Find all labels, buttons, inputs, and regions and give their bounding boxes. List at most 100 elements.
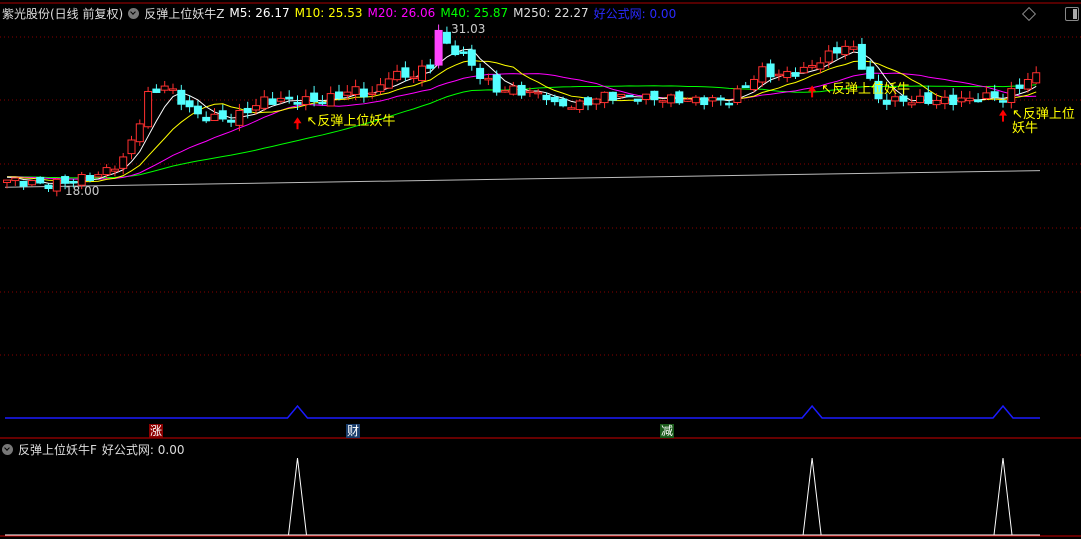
candle-body <box>376 84 385 92</box>
candle-body <box>276 97 285 102</box>
candle-body <box>243 107 252 114</box>
candle-body <box>293 101 302 105</box>
candle-body <box>426 64 435 69</box>
candle-body <box>268 98 277 105</box>
candle-body <box>335 91 343 99</box>
candle-body <box>11 177 20 182</box>
candle-body <box>1023 78 1032 90</box>
candle-body <box>509 85 518 95</box>
signal-label: ↖反弹上位妖牛 <box>306 114 396 130</box>
sub-indicator-dropdown-icon[interactable] <box>2 443 13 455</box>
candle-body <box>725 102 734 106</box>
candle-body <box>1015 84 1024 89</box>
sub-indicator-value: 好公式网: 0.00 <box>101 442 185 457</box>
candle-body <box>119 156 128 169</box>
candle-body <box>990 91 999 98</box>
candle-body <box>882 99 891 105</box>
candle-body <box>235 109 244 126</box>
candle-body <box>849 46 858 50</box>
candle-body <box>965 97 974 102</box>
candle-body <box>227 119 236 123</box>
candle-body <box>534 91 543 95</box>
candle-body <box>3 179 11 183</box>
candle-body <box>824 50 833 63</box>
candle-body <box>783 71 792 79</box>
candle-body <box>459 51 468 54</box>
candle-body <box>61 176 70 184</box>
signal-spike <box>802 457 822 536</box>
candle-body <box>401 67 410 78</box>
candle-body <box>260 96 269 109</box>
candle-body <box>94 174 103 178</box>
candle-body <box>642 93 651 101</box>
candle-body <box>999 100 1007 103</box>
signal-arrow-icon <box>999 109 1007 122</box>
high-price-label: 31.03 <box>451 22 486 36</box>
candle-body <box>343 91 352 96</box>
candle-body <box>368 92 377 96</box>
candle-body <box>841 45 850 56</box>
candle-body <box>144 91 153 128</box>
candle-body <box>716 97 725 101</box>
candle-body <box>301 96 310 105</box>
candle-body <box>384 78 393 89</box>
candle-body <box>708 97 717 102</box>
candle-body <box>600 91 609 104</box>
ma10-line <box>6 60 1037 183</box>
candle-body <box>418 65 426 82</box>
candle-body <box>393 70 402 81</box>
candle-body <box>135 123 144 143</box>
candle-body <box>940 96 949 105</box>
candle-body <box>683 98 692 102</box>
ma250-line <box>4 170 1041 188</box>
candle-body <box>492 74 501 93</box>
candle-body <box>550 96 559 103</box>
candle-body <box>691 96 700 104</box>
candle-body <box>907 102 916 106</box>
candle-body <box>525 90 534 94</box>
candle-body <box>982 92 991 99</box>
candle-body <box>667 94 675 104</box>
candle-body <box>608 91 617 101</box>
candle-body <box>559 98 568 107</box>
sub-indicator-name[interactable]: 反弹上位妖牛F <box>18 441 97 458</box>
candle-body <box>484 77 493 81</box>
badge-jian: 减 <box>660 424 675 438</box>
candle-body <box>86 174 94 181</box>
candle-body <box>750 78 758 91</box>
candle-body <box>542 94 551 101</box>
candle-body <box>617 93 626 98</box>
candle-body <box>27 180 36 186</box>
candle-body <box>857 43 866 70</box>
candle-body <box>127 139 136 155</box>
candle-body <box>949 94 958 106</box>
signal-label: ↖反弹上位妖牛 <box>1012 106 1075 136</box>
candle-body <box>575 100 584 110</box>
signal-baseline <box>5 404 1040 419</box>
candle-body <box>285 96 294 100</box>
candle-body <box>44 184 53 190</box>
candle-body <box>974 99 983 103</box>
candle-body <box>517 84 526 96</box>
candle-body <box>152 88 161 93</box>
candle-body <box>567 107 576 110</box>
candle-body <box>866 66 875 79</box>
candle-body <box>36 176 45 184</box>
candle-body <box>916 95 924 104</box>
badge-zhang: 涨 <box>149 424 164 438</box>
candle-body <box>625 94 634 98</box>
candle-body <box>177 89 186 105</box>
ma5-line <box>6 48 1037 185</box>
candle-body <box>924 92 933 104</box>
candle-body <box>69 180 78 184</box>
candle-body <box>193 105 202 115</box>
candle-body <box>169 88 177 91</box>
candle-body <box>1032 72 1041 84</box>
candle-body <box>1007 88 1016 103</box>
signal-spike <box>993 457 1013 536</box>
candle-body <box>633 98 642 102</box>
candle-body <box>741 85 750 88</box>
candle-body <box>733 88 742 103</box>
candle-body <box>52 178 61 192</box>
sub-panel-header: 反弹上位妖牛F 好公式网: 0.00 <box>2 441 184 457</box>
